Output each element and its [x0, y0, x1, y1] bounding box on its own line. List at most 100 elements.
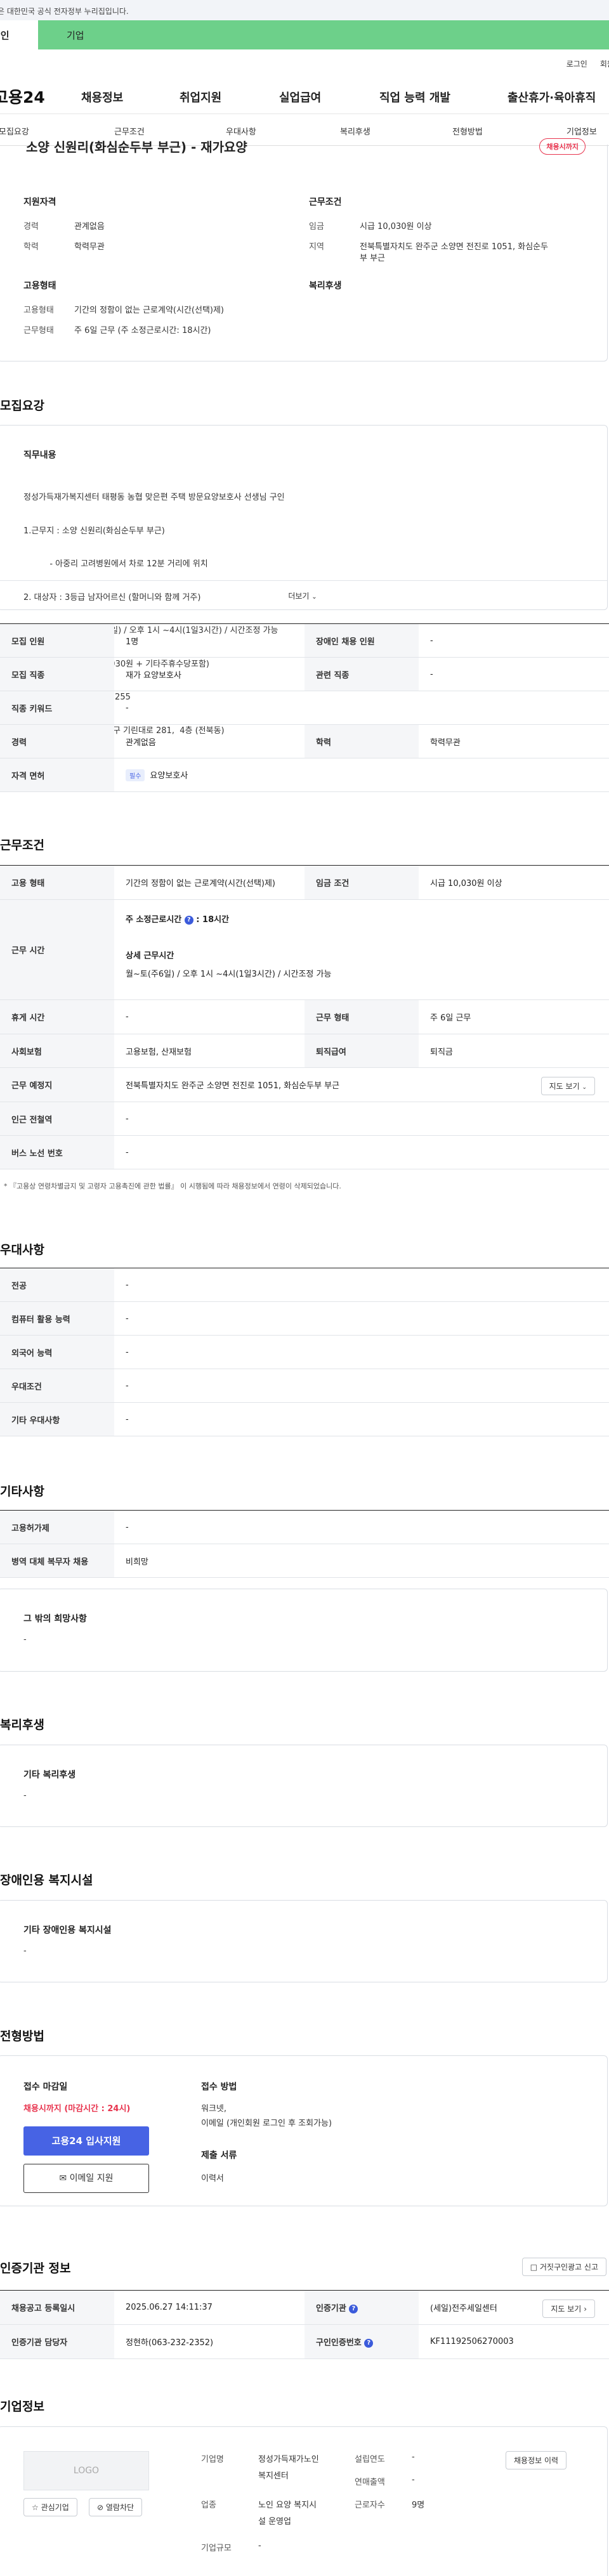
nav-item-skill-development[interactable]: 직업 능력 개발	[379, 89, 450, 105]
info-icon[interactable]: ?	[349, 2304, 358, 2313]
region-key: 지역	[309, 242, 324, 252]
table-row: 전공 -	[0, 1268, 609, 1302]
value-cell: -	[114, 1301, 609, 1336]
detail-hours-label: 상세 근무시간	[126, 951, 174, 961]
value-cell: -	[419, 657, 609, 691]
info-icon[interactable]: ?	[184, 915, 193, 925]
header-cell: 컴퓨터 활용 능력	[0, 1301, 114, 1336]
duty-line: 1.근무지 : 소양 신원리(화심순두부 부근)	[23, 526, 165, 536]
nav-item-employment-support[interactable]: 취업지원	[180, 89, 221, 105]
cert-map-button[interactable]: 지도 보기 ›	[542, 2300, 595, 2318]
method-value-line2: 이메일 (개인회원 로그인 후 조회가능)	[201, 2119, 332, 2128]
value-cell: 재가 요양보호사	[114, 657, 304, 691]
etc-table-wrap: 고용허가제 - 병역 대체 복무자 채용 비희망	[0, 1510, 609, 1578]
welfare-other-value: -	[23, 1791, 27, 1800]
block-view-button[interactable]: ⊘ 열람차단	[89, 2498, 143, 2516]
header-cell: 직종 키워드	[0, 691, 114, 725]
company-logo: LOGO	[23, 2451, 149, 2490]
gov-banner-text: 이 누리집은 대한민국 공식 전자정부 누리집입니다.	[0, 7, 129, 16]
tab-business[interactable]: 기업	[38, 20, 609, 49]
region-value-line2: 부 부근	[360, 254, 386, 263]
nav-item-jobs[interactable]: 채용정보	[81, 89, 123, 105]
docs-value: 이력서	[201, 2174, 224, 2183]
header-cell: 장애인 채용 인원	[304, 623, 419, 658]
email-apply-button[interactable]: ✉ 이메일 지원	[23, 2164, 149, 2193]
table-row: 버스 노선 번호 -	[0, 1135, 609, 1169]
tab-preference[interactable]: 우대사항	[226, 125, 256, 137]
favorite-company-button[interactable]: ☆ 관심기업	[23, 2498, 77, 2516]
more-button[interactable]: 더보기 ⌄	[0, 580, 607, 609]
header-cell: 고용 형태	[0, 865, 114, 900]
header-cell: 병역 대체 복무자 채용	[0, 1544, 114, 1578]
header-cell: 학력	[304, 724, 419, 758]
table-row: 경력 관계없음 학력 학력무관	[0, 724, 609, 758]
tab-selection[interactable]: 전형방법	[452, 125, 483, 137]
age-notice: * 『고용상 연령차별금지 및 고령자 고용촉진에 관한 법률』 이 시행됨에 …	[4, 1182, 341, 1190]
header-cell: 우대조건	[0, 1369, 114, 1403]
company-size-key: 기업규모	[201, 2544, 232, 2553]
etc-section-title: 기타사항	[0, 1485, 44, 1499]
conditions-label: 근무조건	[309, 197, 342, 207]
duty-label: 직무내용	[23, 450, 56, 460]
login-link[interactable]: 로그인	[566, 58, 587, 76]
value-cell: 주 소정근로시간 ? : 18시간 상세 근무시간 월~토(주6일) / 오후 …	[114, 899, 609, 1000]
info-icon[interactable]: ?	[364, 2338, 374, 2348]
disability-section-title: 장애인용 복지시설	[0, 1873, 93, 1887]
value-cell: -	[114, 1402, 609, 1436]
region-value-line1: 전북특별자치도 완주군 소양면 전진로 1051, 화심순두	[360, 242, 549, 252]
tab-recruit[interactable]: 모집요강	[0, 125, 29, 137]
value-cell: 기간의 정함이 없는 근로계약(시간(선택)제)	[114, 865, 304, 900]
disability-other-label: 기타 장애인용 복지시설	[23, 1925, 112, 1935]
value-cell: -	[114, 1335, 609, 1369]
table-row: 인근 전철역 -	[0, 1102, 609, 1136]
revenue-key: 연매출액	[355, 2478, 385, 2487]
welfare-other-label: 기타 복리후생	[23, 1770, 76, 1780]
preference-table-wrap: 전공 - 컴퓨터 활용 능력 - 외국어 능력 - 우대조건 - 기타 우대사항 -	[0, 1268, 609, 1436]
recruit-table: 모집 인원 1명 장애인 채용 인원 - 모집 직종 재가 요양보호사 관련 직…	[0, 623, 609, 792]
header-cell: 임금 조건	[304, 865, 419, 900]
header-cell: 구인인증번호 ?	[304, 2324, 419, 2359]
industry-value-line2: 설 운영업	[258, 2517, 291, 2527]
main-navigation: 고용24 채용정보 취업지원 실업급여 직업 능력 개발 출산휴가·육아휴직	[0, 76, 609, 114]
tab-welfare[interactable]: 복리후생	[340, 125, 370, 137]
block-icon: ⊘	[97, 2503, 104, 2512]
welfare-label: 복리후생	[309, 281, 342, 291]
table-row: 외국어 능력 -	[0, 1335, 609, 1369]
signup-link[interactable]: 회원가입	[600, 58, 609, 76]
job-history-button[interactable]: 채용정보 이력	[506, 2451, 567, 2469]
table-row: 채용공고 등록일시 2025.06.27 14:11:37 인증기관 ? (세일…	[0, 2290, 609, 2325]
header-cell: 근무 형태	[304, 999, 419, 1034]
etc-table: 고용허가제 - 병역 대체 복무자 채용 비희망	[0, 1510, 609, 1578]
nav-item-parental-leave[interactable]: 출산휴가·육아휴직	[508, 89, 596, 105]
apply-button[interactable]: 고용24 입사지원	[23, 2126, 149, 2156]
tab-work-conditions[interactable]: 근무조건	[114, 125, 145, 137]
disability-card: 기타 장애인용 복지시설 -	[0, 1900, 608, 1982]
tab-company[interactable]: 기업정보	[566, 125, 597, 137]
recruit-section-title: 모집요강	[0, 399, 44, 413]
table-row: 고용허가제 -	[0, 1510, 609, 1544]
detail-hours-value: 월~토(주6일) / 오후 1시 ~4시(1일3시간) / 시간조정 가능	[126, 970, 332, 979]
header-cell: 인증기관 ?	[304, 2290, 419, 2325]
utility-links: 로그인 회원가입	[0, 49, 609, 76]
table-row: 자격 면허 필수 요양보호사	[0, 758, 609, 792]
report-fake-ad-button[interactable]: □ 거짓구인광고 신고	[521, 2258, 606, 2276]
value-cell: 전북특별자치도 완주군 소양면 전진로 1051, 화심순두부 부근 지도 보기…	[114, 1067, 609, 1102]
other-wishes-label: 그 밖의 희망사항	[23, 1614, 87, 1624]
welfare-section-title: 복리후생	[0, 1718, 44, 1732]
map-button[interactable]: 지도 보기 ⌄	[540, 1077, 595, 1095]
table-row: 휴게 시간 - 근무 형태 주 6일 근무	[0, 999, 609, 1034]
company-name-value-line2: 복지센터	[258, 2471, 289, 2481]
value-cell: -	[114, 691, 609, 725]
site-logo[interactable]: 고용24	[0, 85, 45, 108]
header-cell: 인근 전철역	[0, 1102, 114, 1136]
value-cell: 1명	[114, 623, 304, 658]
other-wishes-value: -	[23, 1635, 27, 1644]
header-cell: 모집 인원	[0, 623, 114, 658]
header-cell: 근무 시간	[0, 899, 114, 1000]
nav-item-unemployment-benefit[interactable]: 실업급여	[279, 89, 321, 105]
value-cell: 퇴직금	[419, 1034, 609, 1068]
value-cell: 관계없음	[114, 724, 304, 758]
tab-individual[interactable]: 개인	[0, 20, 38, 49]
value-cell: -	[114, 1135, 609, 1169]
work-section-title: 근무조건	[0, 838, 44, 852]
